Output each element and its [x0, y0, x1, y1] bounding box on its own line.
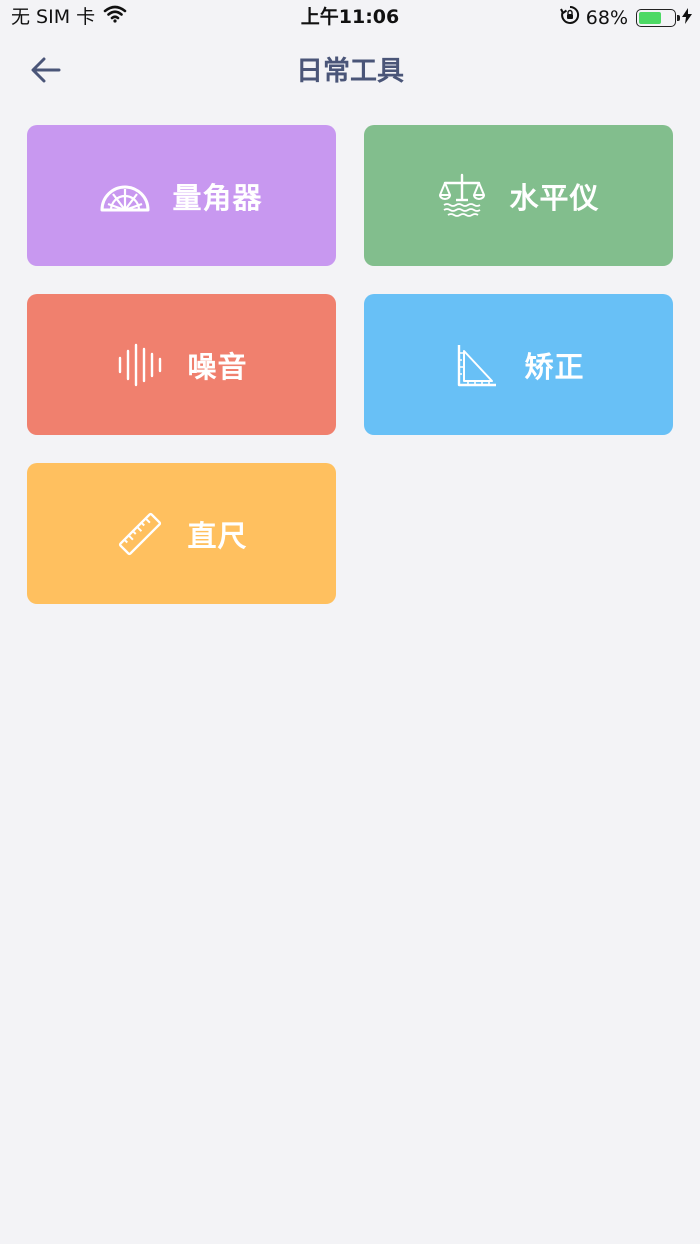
- status-right: 68%: [559, 5, 692, 31]
- navigation-bar: 日常工具: [0, 36, 700, 106]
- status-bar: 无 SIM 卡 上午11:06 68%: [0, 0, 700, 36]
- balance-scale-icon: [437, 171, 487, 221]
- tool-card-noise[interactable]: 噪音: [27, 294, 336, 435]
- protractor-icon: [100, 171, 150, 221]
- tool-card-calibrate[interactable]: 矫正: [364, 294, 673, 435]
- tool-label: 矫正: [524, 349, 585, 384]
- sound-wave-icon: [115, 340, 165, 390]
- battery-percent: 68%: [585, 7, 628, 29]
- charging-bolt-icon: [682, 6, 692, 30]
- tool-label: 噪音: [187, 349, 248, 384]
- tool-label: 量角器: [172, 180, 263, 215]
- tool-grid: 量角器 水平仪 噪音 矫正 直尺: [27, 125, 673, 604]
- rotation-lock-icon: [559, 5, 580, 31]
- ruler-icon: [115, 509, 165, 559]
- tool-label: 直尺: [187, 518, 248, 553]
- tool-card-protractor[interactable]: 量角器: [27, 125, 336, 266]
- tool-label: 水平仪: [509, 180, 600, 215]
- set-square-icon: [452, 340, 502, 390]
- battery-icon: [636, 9, 680, 27]
- tool-card-level[interactable]: 水平仪: [364, 125, 673, 266]
- battery-fill: [639, 12, 661, 24]
- tool-card-ruler[interactable]: 直尺: [27, 463, 336, 604]
- page-title: 日常工具: [296, 56, 404, 87]
